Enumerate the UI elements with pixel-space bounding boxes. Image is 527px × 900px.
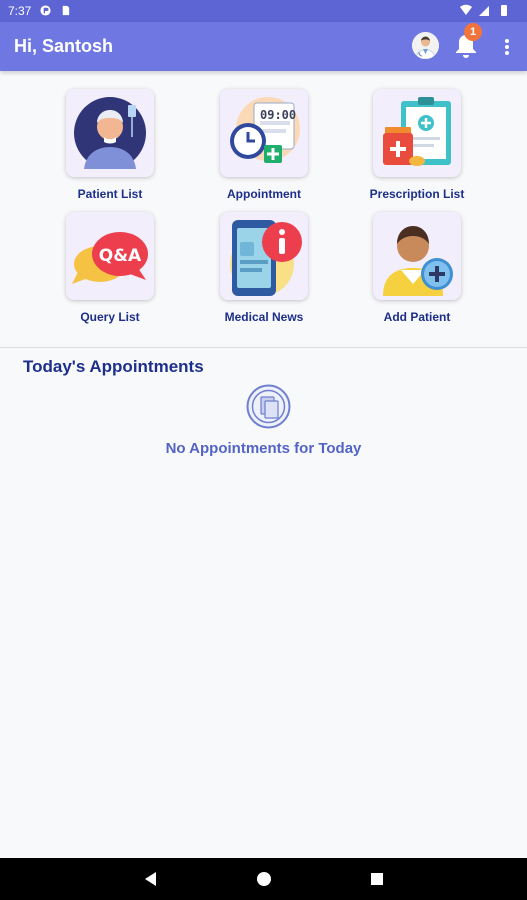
empty-appointments-message: No Appointments for Today [165, 440, 362, 457]
status-time: 7:37 [8, 4, 32, 18]
more-vert-icon [505, 39, 509, 55]
tile-label: Query List [80, 310, 140, 324]
greeting-title: Hi, Santosh [14, 36, 114, 56]
tile-label: Prescription List [369, 187, 465, 201]
tile-add-patient[interactable]: Add Patient [337, 212, 497, 324]
tile-label: Appointment [227, 187, 301, 201]
tile-label: Add Patient [383, 310, 451, 324]
overflow-menu-button[interactable] [497, 34, 517, 60]
status-bar: 7:37 [0, 0, 527, 22]
add-patient-icon [383, 226, 453, 296]
prescription-card [373, 89, 461, 177]
tile-query-list[interactable]: Q&A Query List [30, 212, 190, 324]
query-card: Q&A [66, 212, 154, 300]
back-nav-icon[interactable] [143, 871, 159, 887]
sd-card-icon [62, 5, 70, 16]
system-navigation-bar [0, 858, 527, 900]
notification-badge: 1 [464, 23, 482, 41]
tile-patient-list[interactable]: Patient List [30, 89, 190, 201]
section-divider [0, 347, 527, 348]
todays-appointments-title: Today's Appointments [23, 357, 204, 376]
tile-label: Medical News [224, 310, 304, 324]
tile-prescription-list[interactable]: Prescription List [337, 89, 497, 201]
home-nav-icon[interactable] [256, 871, 272, 887]
doctor-avatar-icon [412, 32, 439, 59]
recents-nav-icon[interactable] [369, 871, 385, 887]
prescription-icon [383, 97, 451, 166]
medical-news-card [220, 212, 308, 300]
wifi-signal-battery-icon [460, 4, 507, 16]
empty-appointments-icon [246, 384, 291, 429]
medical-news-icon [230, 220, 302, 296]
app-notification-icon [40, 5, 51, 16]
patient-card [66, 89, 154, 177]
tile-medical-news[interactable]: Medical News [184, 212, 344, 324]
tile-label: Patient List [77, 187, 143, 201]
app-bar: Hi, Santosh 1 [0, 22, 527, 71]
tile-appointment[interactable]: 09:00 Appointment [184, 89, 344, 201]
patient-icon [74, 97, 146, 169]
clock-time-text: 09:00 [260, 108, 296, 122]
qa-icon: Q&A [72, 232, 148, 284]
appointment-card: 09:00 [220, 89, 308, 177]
profile-avatar[interactable] [412, 32, 439, 59]
add-patient-card [373, 212, 461, 300]
qa-text: Q&A [99, 246, 142, 266]
appointment-icon: 09:00 [230, 97, 300, 163]
status-system-icons [459, 4, 519, 20]
